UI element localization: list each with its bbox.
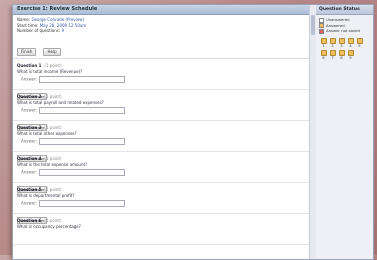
- question-status-grid: 1 2 3 4 5 6 7 8 9: [316, 36, 373, 62]
- status-cell[interactable]: 4: [346, 37, 355, 48]
- vertical-scrollbar[interactable]: [309, 5, 316, 259]
- start-value: May 28, 2009 12:50am: [39, 22, 87, 28]
- status-cell[interactable]: 2: [328, 37, 337, 48]
- help-button[interactable]: Help: [43, 47, 61, 56]
- quiz-info: Name: George Conrade (Preview) Start tim…: [13, 15, 309, 36]
- answer-input[interactable]: [39, 168, 126, 176]
- question-label: Question 5: [17, 186, 42, 192]
- status-cell[interactable]: 8: [337, 49, 346, 60]
- button-row: Finish Help: [13, 36, 309, 59]
- quiz-main-panel: Exercise 1: Review Schedule Name: George…: [13, 5, 309, 259]
- status-legend: Unanswered Answered Answer not saved: [316, 15, 373, 36]
- question-text: What is the total expense amount?: [17, 161, 88, 167]
- page-title: Exercise 1: Review Schedule: [13, 5, 309, 15]
- question-1: Question 1 (1 point) What is total income…: [13, 59, 309, 100]
- question-points: (1 point): [44, 186, 62, 192]
- status-cell[interactable]: 5: [355, 37, 364, 48]
- start-label: Start time:: [17, 22, 39, 28]
- scrollbar-thumb[interactable]: [311, 15, 315, 35]
- not-saved-swatch: [319, 28, 324, 34]
- question-label: Question 3: [17, 124, 42, 130]
- numq-value: 9: [61, 28, 65, 33]
- status-cell[interactable]: 6: [319, 49, 328, 60]
- question-label: Question 2: [17, 93, 42, 99]
- question-status-panel: Question Status Unanswered Answered Answ…: [316, 5, 373, 259]
- question-2: Question 2 (1 point) What is total payrol…: [13, 90, 309, 131]
- question-text: What is total payroll and related expens…: [17, 99, 104, 105]
- finish-button[interactable]: Finish: [17, 47, 37, 56]
- status-cell[interactable]: 3: [337, 37, 346, 48]
- question-label: Question 4: [17, 155, 42, 161]
- answer-label: Answer:: [21, 138, 38, 143]
- answer-label: Answer:: [21, 169, 38, 174]
- answer-input[interactable]: [39, 199, 126, 207]
- status-panel-title: Question Status: [316, 5, 373, 15]
- question-points: (1 point): [44, 155, 62, 161]
- question-text: What is total other expenses?: [17, 130, 77, 136]
- name-value[interactable]: George Conrade (Preview): [31, 17, 84, 22]
- quiz-window: Exercise 1: Review Schedule Name: George…: [12, 4, 374, 260]
- question-points: (1 point): [44, 62, 62, 68]
- question-text: What is total income (Revenue)?: [17, 68, 83, 74]
- legend-not-saved: Answer not saved: [326, 28, 360, 33]
- status-cell[interactable]: 7: [328, 49, 337, 60]
- status-cell[interactable]: 1: [319, 37, 328, 48]
- unanswered-swatch: [319, 17, 324, 23]
- answer-label: Answer:: [21, 107, 38, 112]
- question-3: Question 3 (1 point) What is total other …: [13, 121, 309, 162]
- answer-input[interactable]: [39, 137, 126, 145]
- question-points: (1 point): [44, 124, 62, 130]
- question-6: Question 6 (1 point) What is occupancy pe…: [13, 214, 309, 245]
- name-label: Name:: [17, 17, 31, 22]
- answer-label: Answer:: [21, 76, 38, 81]
- question-text: What is departmental profit?: [17, 192, 75, 198]
- answer-input[interactable]: [39, 75, 126, 83]
- legend-answered: Answered: [326, 22, 345, 28]
- question-label: Question 1: [17, 62, 42, 68]
- question-points: (1 point): [44, 93, 62, 99]
- answer-label: Answer:: [21, 200, 38, 205]
- question-4: Question 4 (1 point) What is the total ex…: [13, 152, 309, 193]
- numq-label: Number of questions:: [17, 28, 61, 33]
- question-text: What is occupancy percentage?: [17, 223, 81, 229]
- status-cell[interactable]: 9: [346, 49, 355, 60]
- answer-input[interactable]: [39, 106, 126, 114]
- question-label: Question 6: [17, 217, 42, 223]
- question-points: (1 point): [44, 217, 62, 223]
- question-5: Question 5 (1 point) What is departmental…: [13, 183, 309, 224]
- legend-unanswered: Unanswered: [326, 17, 350, 22]
